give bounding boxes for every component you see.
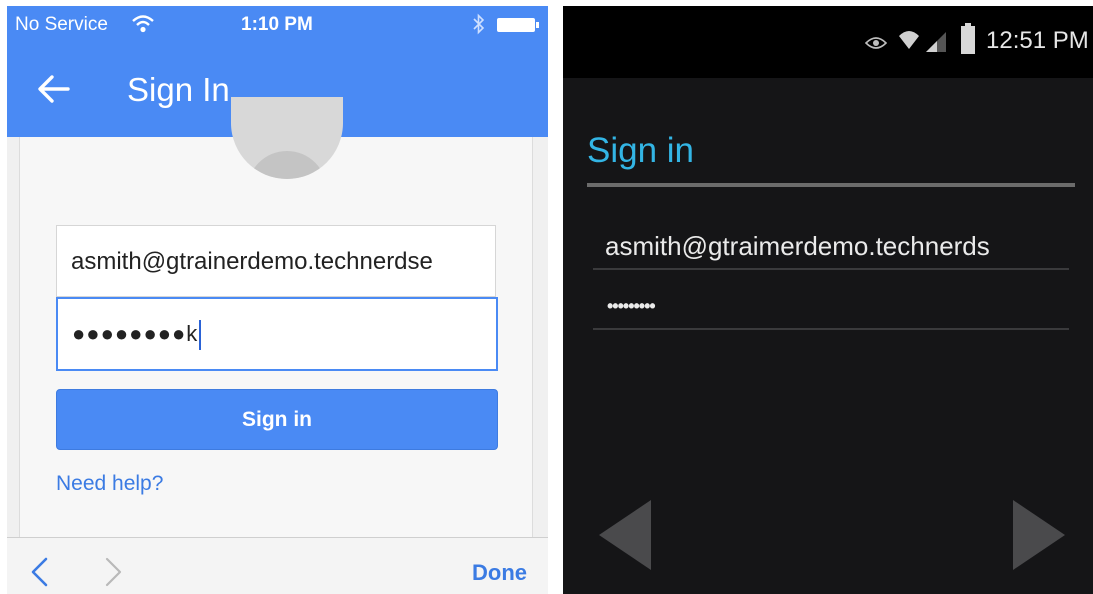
- android-screen: 12:51 PM Sign in asmith@gtraimerdemo.tec…: [563, 6, 1093, 594]
- battery-icon: [961, 23, 975, 54]
- next-arrow-icon[interactable]: [1011, 498, 1067, 572]
- status-time: 1:10 PM: [241, 14, 313, 35]
- wifi-icon: [132, 15, 154, 33]
- page-title: Sign in: [587, 131, 695, 170]
- eye-icon: [865, 37, 887, 49]
- signin-button[interactable]: Sign in: [56, 389, 498, 450]
- wifi-icon: [899, 31, 919, 49]
- avatar: [231, 97, 343, 179]
- email-underline: [593, 268, 1069, 270]
- android-status-bar: 12:51 PM: [563, 6, 1093, 78]
- status-time: 12:51 PM: [986, 27, 1089, 54]
- back-arrow-icon[interactable]: [37, 74, 71, 104]
- done-button[interactable]: Done: [472, 560, 527, 586]
- battery-icon: [497, 18, 539, 32]
- signal-icon: [926, 32, 946, 52]
- email-field[interactable]: asmith@gtraimerdemo.technerds: [593, 226, 1069, 270]
- password-underline: [593, 328, 1069, 330]
- next-field-icon[interactable]: [102, 556, 124, 588]
- carrier-status: No Service: [15, 14, 108, 35]
- bluetooth-icon: [473, 13, 485, 35]
- text-cursor: [199, 320, 202, 351]
- previous-arrow-icon[interactable]: [597, 498, 653, 572]
- need-help-link[interactable]: Need help?: [56, 472, 163, 496]
- previous-field-icon[interactable]: [29, 556, 51, 588]
- title-divider: [587, 183, 1075, 187]
- email-field[interactable]: asmith@gtrainerdemo.technerdse: [56, 225, 496, 297]
- ios-screen: No Service 1:10 PM Sign In asmith@gtrain…: [7, 6, 548, 594]
- keyboard-toolbar: Done: [7, 537, 548, 594]
- page-title: Sign In: [127, 71, 230, 108]
- password-value: ●●●●●●●●k: [72, 321, 199, 346]
- password-field[interactable]: ●●●●●●●●k: [56, 297, 498, 371]
- signin-card: asmith@gtrainerdemo.technerdse ●●●●●●●●k…: [19, 97, 533, 538]
- password-field[interactable]: •••••••••: [593, 288, 1069, 328]
